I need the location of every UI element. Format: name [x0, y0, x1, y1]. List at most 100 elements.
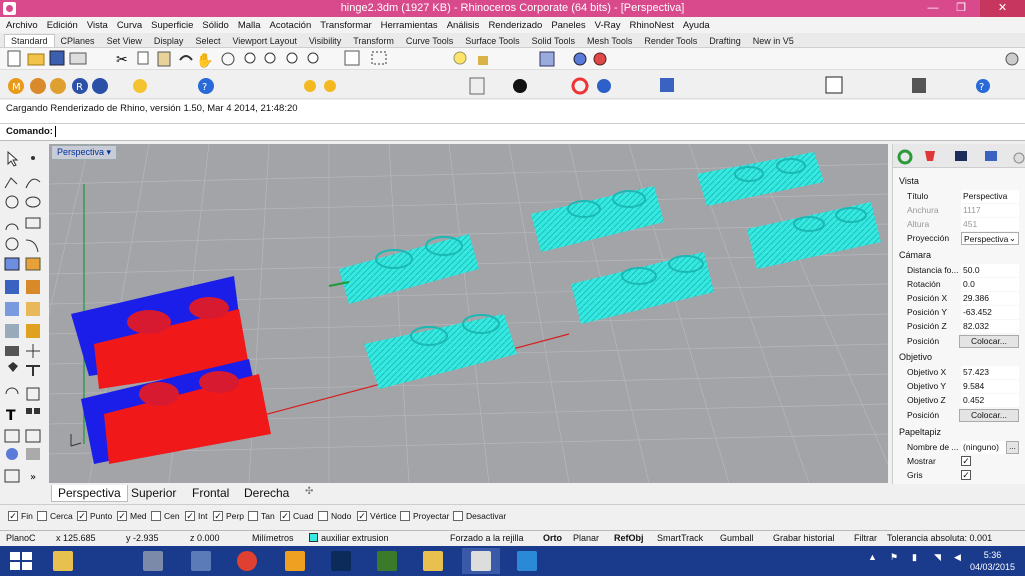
move-icon[interactable]: [26, 344, 40, 358]
tab-transform[interactable]: Transform: [347, 35, 400, 47]
osnap-vertice-checkbox[interactable]: ✓: [357, 511, 367, 521]
array-icon[interactable]: [26, 408, 40, 414]
menu-archivo[interactable]: Archivo: [6, 20, 38, 31]
tray-flag-icon[interactable]: ⚑: [890, 552, 898, 563]
tab-solid-tools[interactable]: Solid Tools: [526, 35, 581, 47]
vray-m-icon[interactable]: M: [8, 78, 24, 94]
taskbar-app-icon[interactable]: [182, 548, 220, 574]
menu-solido[interactable]: Sólido: [202, 20, 228, 31]
taskbar-file-explorer-icon[interactable]: [44, 548, 82, 574]
menu-ayuda[interactable]: Ayuda: [683, 20, 710, 31]
taskbar-media-icon[interactable]: [276, 548, 314, 574]
browse-button[interactable]: ...: [1006, 441, 1019, 454]
block-icon[interactable]: [25, 429, 41, 443]
cut-icon[interactable]: ✂: [116, 52, 128, 68]
osnap-fin[interactable]: ✓ Fin: [8, 511, 33, 521]
status-grid-snap[interactable]: Forzado a la rejilla: [450, 533, 524, 543]
tab-drafting[interactable]: Drafting: [703, 35, 747, 47]
minimize-button[interactable]: —: [920, 0, 946, 17]
surface-icon[interactable]: [4, 257, 20, 271]
tab-cplanes[interactable]: CPlanes: [55, 35, 101, 47]
distancia-field[interactable]: 50.0: [961, 264, 1019, 277]
open-folder-icon[interactable]: [27, 53, 45, 66]
osnap-tan[interactable]: Tan: [248, 511, 275, 521]
menu-analisis[interactable]: Análisis: [447, 20, 480, 31]
proyeccion-select[interactable]: Perspectiva ⌄: [961, 232, 1019, 245]
vray-rt-icon[interactable]: [92, 78, 108, 94]
posicion-x-field[interactable]: 29.386: [961, 292, 1019, 305]
select-arrow-icon[interactable]: [7, 150, 19, 167]
scale-icon[interactable]: [26, 387, 40, 401]
dimension-icon[interactable]: [5, 346, 19, 356]
tab-mesh-tools[interactable]: Mesh Tools: [581, 35, 638, 47]
text-icon[interactable]: [26, 365, 40, 376]
posicion-y-field[interactable]: -63.452: [961, 306, 1019, 319]
taskbar-explorer-icon[interactable]: [508, 548, 546, 574]
grid-layout-icon[interactable]: [825, 76, 843, 94]
tab-viewport-layout[interactable]: Viewport Layout: [226, 35, 302, 47]
hinge-part-cyan-6[interactable]: [747, 202, 881, 269]
chamfer-cube-icon[interactable]: [660, 78, 674, 92]
menu-superficie[interactable]: Superficie: [151, 20, 193, 31]
analyze-icon[interactable]: [26, 448, 40, 460]
add-viewport-tab-icon[interactable]: ✣: [299, 485, 319, 502]
tab-perspectiva[interactable]: Perspectiva: [51, 485, 128, 502]
rotate-icon[interactable]: [5, 387, 19, 395]
status-planar[interactable]: Planar: [573, 533, 599, 543]
osnap-cen[interactable]: Cen: [151, 511, 180, 521]
osnap-int-checkbox[interactable]: ✓: [185, 511, 195, 521]
osnap-punto-checkbox[interactable]: ✓: [77, 511, 87, 521]
osnap-vertice[interactable]: ✓ Vértice: [357, 511, 396, 521]
cylinder-icon[interactable]: [5, 302, 19, 316]
save-as-icon[interactable]: [912, 78, 926, 93]
osnap-proyectar-checkbox[interactable]: [400, 511, 410, 521]
help-icon[interactable]: ?: [976, 79, 990, 93]
arc-icon[interactable]: [5, 223, 19, 231]
osnap-desactivar[interactable]: Desactivar: [453, 511, 506, 521]
materials-icon[interactable]: [593, 52, 607, 66]
maximize-button[interactable]: ❐: [948, 0, 974, 17]
save-icon[interactable]: [49, 50, 65, 66]
close-button[interactable]: ✕: [980, 0, 1025, 17]
target-colocar-button[interactable]: Colocar...: [959, 409, 1019, 422]
extrude-surface-icon[interactable]: [25, 257, 41, 271]
status-refobj[interactable]: RefObj: [614, 533, 644, 543]
osnap-cuad-checkbox[interactable]: ✓: [280, 511, 290, 521]
osnap-med[interactable]: ✓ Med: [117, 511, 147, 521]
taskbar-dreamweaver-icon[interactable]: [368, 548, 406, 574]
hinge-part-cyan-2[interactable]: [364, 314, 517, 389]
vray-render-icon[interactable]: R: [72, 78, 88, 94]
properties-tab-icon[interactable]: [897, 149, 913, 165]
solid-edit-icon[interactable]: [26, 280, 40, 294]
vray-options-icon[interactable]: [30, 78, 46, 94]
new-file-icon[interactable]: [7, 50, 21, 67]
hinge-part-cyan-1[interactable]: [328, 234, 479, 304]
menu-herramientas[interactable]: Herramientas: [381, 20, 438, 31]
windows-start-icon[interactable]: [10, 552, 32, 570]
tray-volume-icon[interactable]: ◀: [954, 552, 961, 563]
osnap-fin-checkbox[interactable]: ✓: [8, 511, 18, 521]
osnap-proyectar[interactable]: Proyectar: [400, 511, 449, 521]
taskbar-clock[interactable]: 5:36 04/03/2015: [970, 549, 1015, 573]
print-icon[interactable]: [69, 52, 87, 65]
tab-new-in-v5[interactable]: New in V5: [747, 35, 800, 47]
pan-hand-icon[interactable]: ✋: [196, 52, 213, 69]
rhinonest-icon[interactable]: [469, 77, 485, 95]
status-gumball[interactable]: Gumball: [720, 533, 754, 543]
objetivo-y-field[interactable]: 9.584: [961, 380, 1019, 393]
posicion-z-field[interactable]: 82.032: [961, 320, 1019, 333]
select-all-icon[interactable]: [371, 51, 387, 65]
tab-frontal[interactable]: Frontal: [186, 485, 235, 502]
osnap-cuad[interactable]: ✓ Cuad: [280, 511, 313, 521]
objetivo-x-field[interactable]: 57.423: [961, 366, 1019, 379]
taskbar-network-icon[interactable]: [134, 548, 172, 574]
text-object-icon[interactable]: T: [6, 408, 16, 424]
four-views-icon[interactable]: [344, 50, 360, 66]
group-icon[interactable]: [4, 429, 20, 443]
properties-icon[interactable]: [539, 51, 555, 67]
osnap-nodo-checkbox[interactable]: [318, 511, 328, 521]
tray-battery-icon[interactable]: ▮: [912, 552, 917, 563]
status-history[interactable]: Grabar historial: [773, 533, 835, 543]
zoom-extents-icon[interactable]: [286, 52, 298, 64]
menu-transformar[interactable]: Transformar: [320, 20, 371, 31]
